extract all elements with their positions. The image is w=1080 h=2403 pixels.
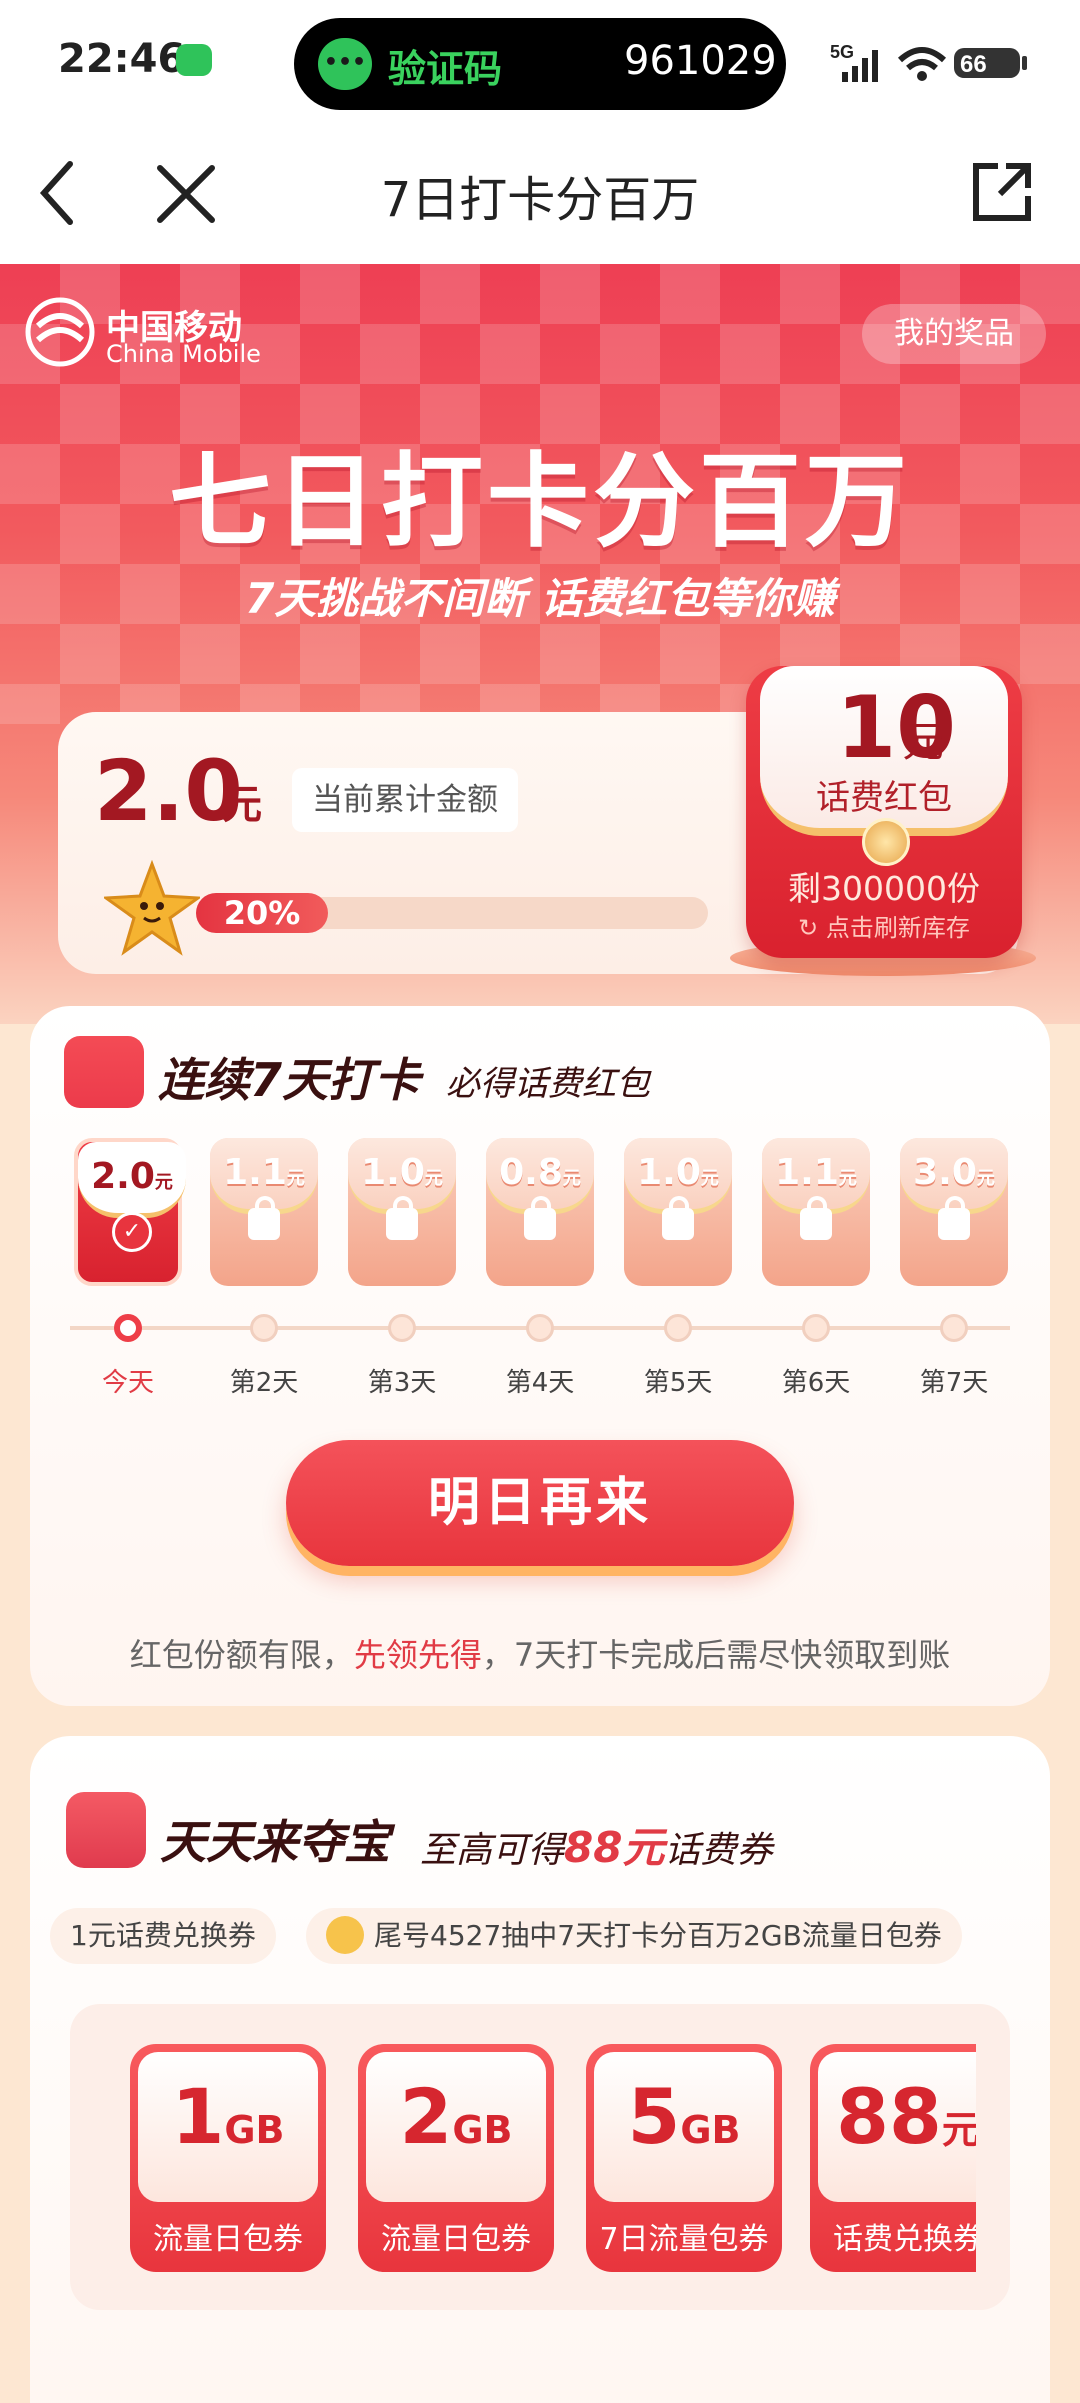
lock-icon	[524, 1196, 556, 1240]
day-label: 第2天	[229, 1368, 299, 1398]
day-envelope-7[interactable]: 3.0元	[900, 1138, 1008, 1286]
star-mascot-icon	[104, 860, 200, 956]
timeline-dot	[250, 1314, 278, 1342]
progress-fill: 20%	[196, 893, 328, 933]
notification-label: 验证码	[388, 47, 503, 91]
page-title: 7日打卡分百万	[380, 172, 700, 228]
amount-unit: 元	[222, 782, 262, 828]
day-envelope-1[interactable]: 2.0元 ✓	[74, 1138, 186, 1286]
treasure-title: 天天来夺宝	[160, 1815, 390, 1869]
ticker-item: 1元话费兑换券	[50, 1908, 276, 1964]
voucher-card[interactable]: 2GB 流量日包券	[358, 2044, 554, 2272]
status-icons: 5G 66	[830, 42, 1027, 82]
china-mobile-logo	[25, 297, 95, 367]
my-prizes-button[interactable]: 我的奖品	[862, 304, 1046, 364]
refresh-hint: 点击刷新库存	[825, 914, 970, 942]
voucher-card[interactable]: 88元 话费兑换券	[810, 2044, 976, 2272]
lock-icon	[248, 1196, 280, 1240]
voucher-card[interactable]: 5GB 7日流量包券	[586, 2044, 782, 2272]
timeline-dot	[802, 1314, 830, 1342]
day-amount: 1.1元	[223, 1152, 305, 1193]
voucher-clip: 88元 话费兑换券	[810, 2044, 976, 2272]
day-envelope-6[interactable]: 1.1元	[762, 1138, 870, 1286]
day-label: 第4天	[505, 1368, 575, 1398]
day-amount: 1.0元	[637, 1152, 719, 1193]
check-icon: ✓	[112, 1212, 152, 1252]
treasure-subtitle: 至高可得88元话费券	[420, 1823, 773, 1872]
share-icon[interactable]	[970, 160, 1034, 224]
come-back-tomorrow-button[interactable]: 明日再来	[286, 1440, 794, 1566]
avatar	[326, 1916, 364, 1954]
refresh-stock-link[interactable]: ↻ 点击刷新库存	[746, 908, 1022, 943]
timeline-dot	[388, 1314, 416, 1342]
day-label: 第3天	[367, 1368, 437, 1398]
checkin-card	[30, 1006, 1050, 1706]
lock-icon	[800, 1196, 832, 1240]
lock-icon	[662, 1196, 694, 1240]
day-envelope-3[interactable]: 1.0元	[348, 1138, 456, 1286]
day-label: 今天	[101, 1368, 154, 1398]
amount-label: 当前累计金额	[292, 768, 518, 832]
lock-icon	[386, 1196, 418, 1240]
day-envelope-4[interactable]: 0.8元	[486, 1138, 594, 1286]
hero-title: 七日打卡分百万	[169, 443, 911, 562]
envelope-remaining: 剩300000份	[788, 869, 980, 908]
checkin-title: 连续7天打卡	[158, 1053, 421, 1107]
day-label: 第7天	[919, 1368, 989, 1398]
day-envelope-2[interactable]: 1.1元	[210, 1138, 318, 1286]
accumulated-amount: 2.0	[94, 742, 243, 840]
brand-name-en: China Mobile	[106, 340, 261, 368]
status-time: 22:46	[58, 36, 186, 82]
timeline-dot	[114, 1314, 142, 1342]
envelope-name: 话费红包	[816, 778, 952, 818]
day-amount: 1.1元	[775, 1152, 857, 1193]
chat-icon: •••	[318, 38, 372, 90]
day-envelope-5[interactable]: 1.0元	[624, 1138, 732, 1286]
day-label: 第5天	[643, 1368, 713, 1398]
ticker-item: 尾号4527抽中7天打卡分百万2GB流量日包券	[306, 1908, 962, 1964]
timeline-dot	[664, 1314, 692, 1342]
day-amount: 1.0元	[361, 1152, 443, 1193]
timeline-dot	[526, 1314, 554, 1342]
refresh-icon: ↻	[798, 914, 826, 942]
coin-icon	[862, 818, 910, 866]
checkin-subtitle: 必得话费红包	[446, 1064, 650, 1104]
lock-icon	[938, 1196, 970, 1240]
timeline-dot	[940, 1314, 968, 1342]
notification-code: 961029	[624, 38, 777, 84]
message-icon	[176, 44, 212, 76]
day-amount: 0.8元	[499, 1152, 581, 1193]
day-label: 第6天	[781, 1368, 851, 1398]
calendar-icon	[64, 1036, 144, 1108]
checkin-note: 红包份额有限，先领先得，7天打卡完成后需尽快领取到账	[129, 1636, 951, 1674]
hero-subtitle: 7天挑战不间断 话费红包等你赚	[245, 574, 835, 623]
battery-level: 66	[960, 51, 987, 78]
network-label: 5G	[830, 42, 854, 62]
day-amount: 2.0元	[91, 1156, 173, 1197]
day-amount: 3.0元	[913, 1152, 995, 1193]
gift-mascot-icon	[66, 1792, 146, 1868]
voucher-card[interactable]: 1GB 流量日包券	[130, 2044, 326, 2272]
envelope-unit: 元	[902, 717, 945, 766]
